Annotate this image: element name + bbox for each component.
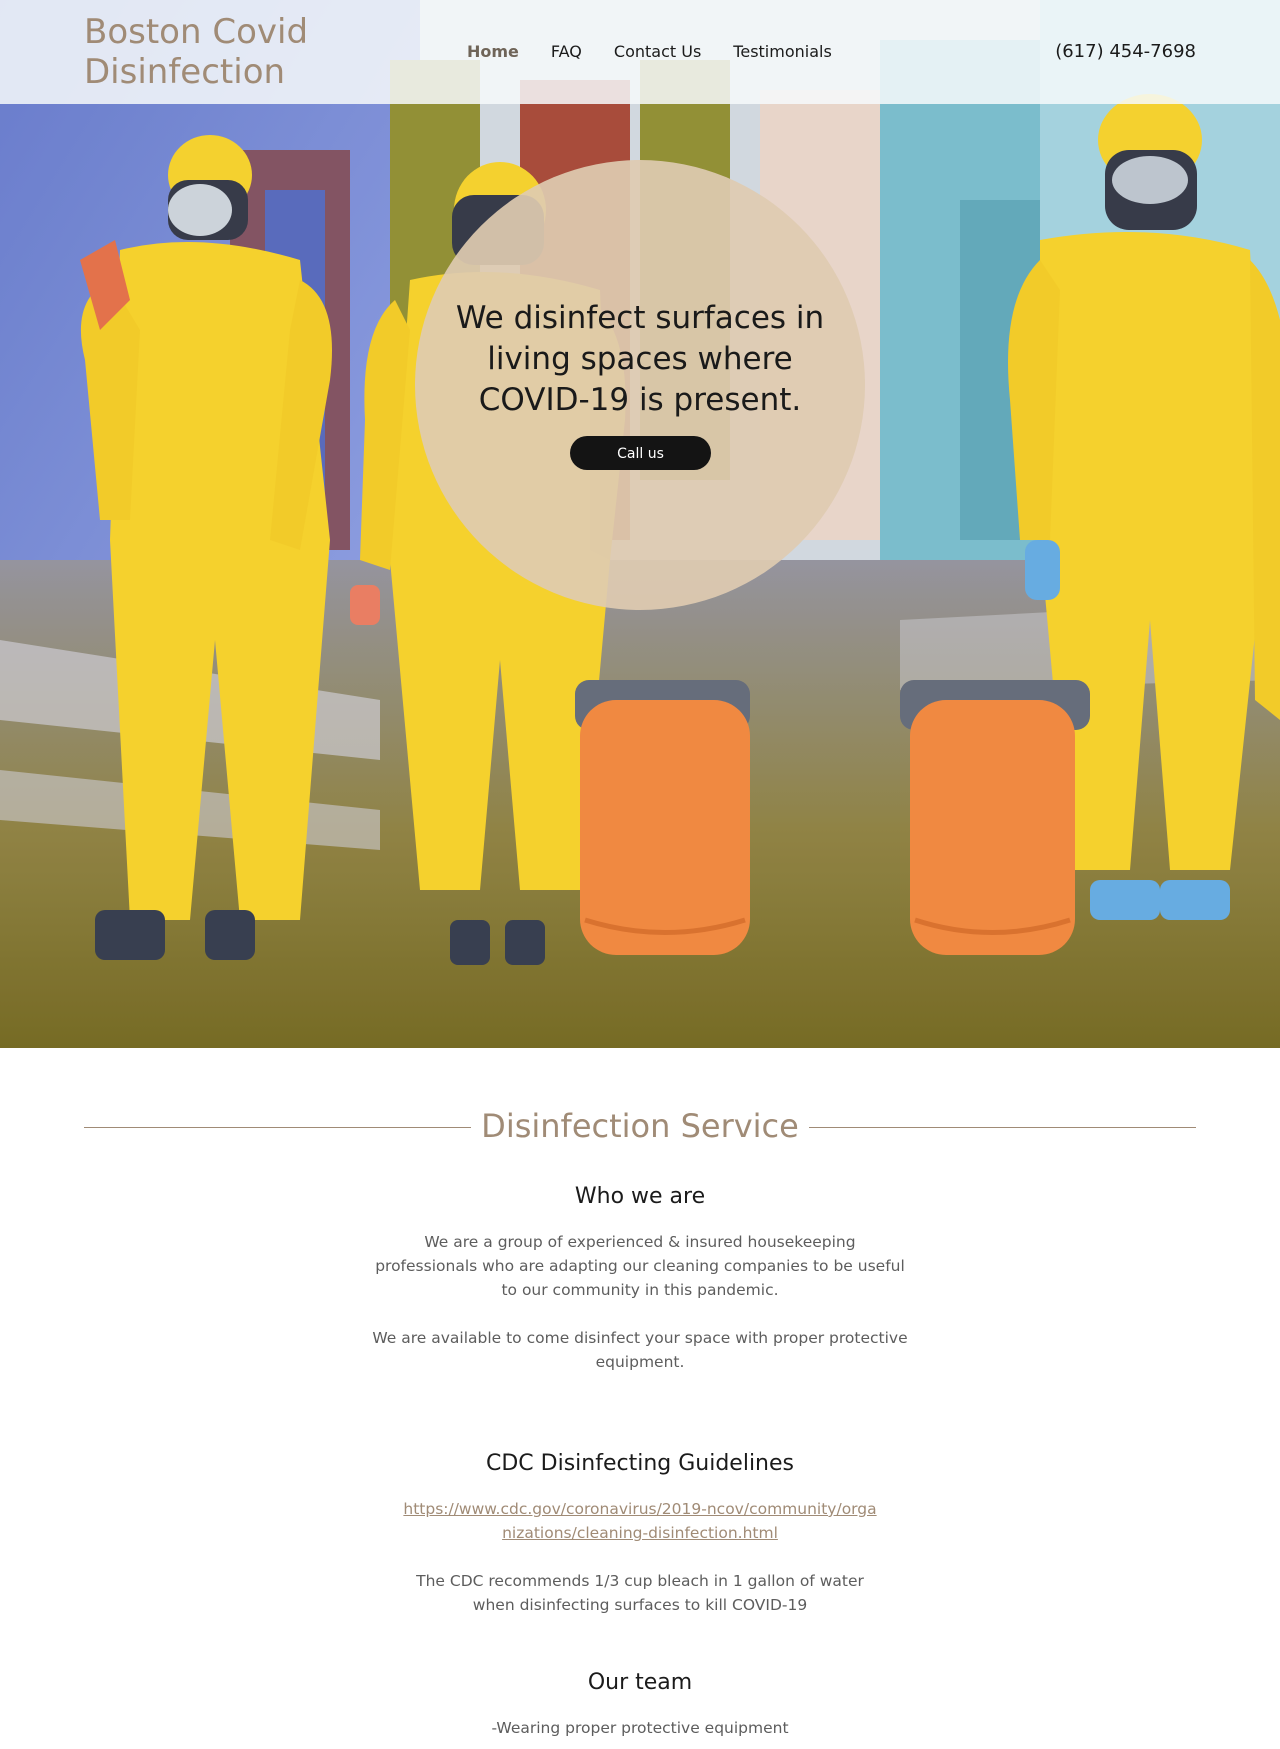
who-we-are-paragraph-2: We are available to come disinfect your … [372, 1329, 908, 1371]
our-team-heading: Our team [587, 1670, 693, 1695]
section-title: Disinfection Service [481, 1107, 799, 1145]
nav-item-home[interactable]: Home [467, 42, 519, 62]
team-item-1: -Wearing proper protective equipment [491, 1719, 789, 1737]
site-header: Boston Covid Disinfection Home FAQ Conta… [0, 0, 1280, 104]
section-title-row: Disinfection Service [84, 1104, 1196, 1150]
hero-title: We disinfect surfaces in living spaces w… [455, 300, 825, 418]
cdc-recommendation-text: The CDC recommends 1/3 cup bleach in 1 g… [416, 1572, 864, 1614]
cdc-guidelines-block: CDC Disinfecting Guidelines https://www.… [370, 1449, 910, 1617]
who-we-are-heading: Who we are [574, 1184, 706, 1209]
who-we-are-paragraph-1: We are a group of experienced & insured … [375, 1233, 905, 1299]
cdc-guidelines-link[interactable]: https://www.cdc.gov/coronavirus/2019-nco… [403, 1500, 876, 1542]
who-we-are-block: Who we are We are a group of experienced… [370, 1182, 910, 1374]
main-nav: Home FAQ Contact Us Testimonials [467, 42, 864, 62]
our-team-block: Our team -Wearing proper protective equi… [370, 1668, 910, 1740]
call-us-button[interactable]: Call us [570, 436, 711, 470]
nav-item-testimonials[interactable]: Testimonials [733, 42, 832, 62]
nav-item-contact-us[interactable]: Contact Us [614, 42, 701, 62]
logo-line-2: Disinfection [84, 52, 286, 92]
phone-number[interactable]: (617) 454-7698 [1055, 41, 1196, 63]
site-logo[interactable]: Boston Covid Disinfection [84, 12, 344, 92]
logo-line-1: Boston Covid [84, 12, 309, 52]
cdc-guidelines-heading: CDC Disinfecting Guidelines [485, 1451, 794, 1476]
nav-item-faq[interactable]: FAQ [551, 42, 582, 62]
title-rule-right [809, 1127, 1196, 1128]
